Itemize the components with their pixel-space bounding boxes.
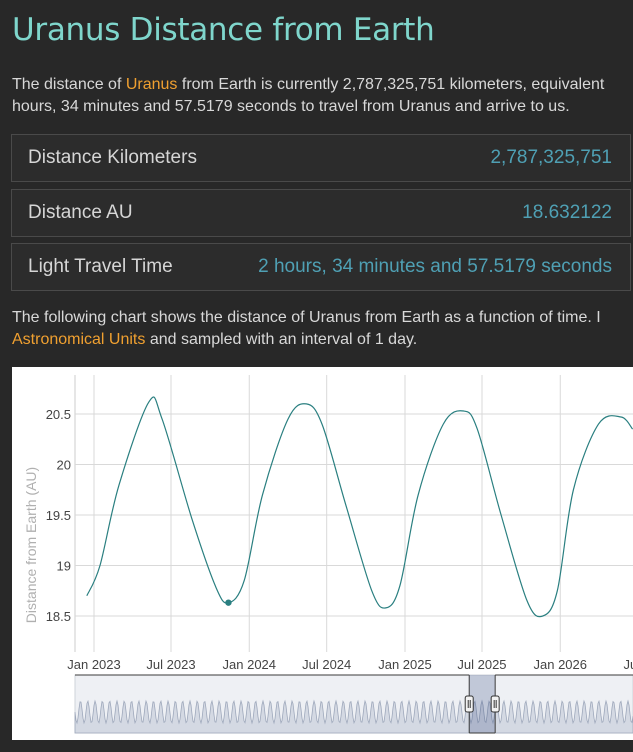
y-tick-label: 20.5 (46, 407, 71, 422)
y-tick-label: 19 (57, 559, 71, 574)
stat-label: Distance Kilometers (28, 147, 197, 168)
chart-intro-suffix: and sampled with an interval of 1 day. (145, 331, 418, 348)
y-tick-label: 18.5 (46, 609, 71, 624)
x-tick-label: Jan 2026 (534, 657, 588, 672)
x-axis-ticks: Jan 2023 Jul 2023 Jan 2024 Jul 2024 Jan 2025… (67, 657, 633, 672)
intro-suffix: from Earth is currently 2,787,325,751 ki… (177, 76, 605, 93)
intro-line-1: The distance of Uranus from Earth is cur… (12, 74, 633, 96)
x-tick-label: Jan 2024 (223, 657, 277, 672)
navigator-handle[interactable] (464, 695, 474, 713)
stat-value: 18.632122 (522, 202, 612, 223)
x-tick-label: Jul 2024 (302, 657, 351, 672)
page-title: Uranus Distance from Earth (12, 12, 435, 48)
stat-value: 2,787,325,751 (490, 147, 612, 168)
x-tick-label: Jul 2 (624, 657, 633, 672)
page: Uranus Distance from Earth The distance … (0, 0, 633, 752)
astronomical-units-link[interactable]: Astronomical Units (12, 331, 145, 348)
intro-paragraph: The distance of Uranus from Earth is cur… (12, 74, 633, 118)
x-tick-label: Jan 2025 (378, 657, 432, 672)
stat-label: Distance AU (28, 202, 133, 223)
navigator-handle[interactable] (490, 695, 500, 713)
intro-line-2: hours, 34 minutes and 57.5179 seconds to… (12, 98, 570, 115)
stat-label: Light Travel Time (28, 256, 173, 277)
chart-intro-line-2: Astronomical Units and sampled with an i… (12, 329, 633, 351)
x-tick-label: Jan 2023 (67, 657, 121, 672)
x-tick-label: Jul 2025 (457, 657, 506, 672)
stat-row-light-travel-time: Light Travel Time 2 hours, 34 minutes an… (11, 243, 631, 291)
chart-svg[interactable]: 20.52019.51918.5 Jan 2023 Jul 2023 Jan 202… (12, 367, 633, 740)
y-axis-ticks: 20.5 20 19.5 19 18.5 (46, 407, 71, 624)
y-tick-label: 19.5 (46, 508, 71, 523)
uranus-link[interactable]: Uranus (126, 76, 178, 93)
x-tick-label: Jul 2023 (146, 657, 195, 672)
stat-value: 2 hours, 34 minutes and 57.5179 seconds (258, 256, 612, 277)
range-navigator[interactable] (74, 674, 633, 734)
intro-prefix: The distance of (12, 76, 126, 93)
current-distance-point (225, 599, 232, 606)
chart-intro-paragraph: The following chart shows the distance o… (12, 307, 633, 351)
stat-row-distance-au: Distance AU 18.632122 (11, 189, 631, 237)
chart-grid (74, 375, 633, 652)
y-axis-label: Distance from Earth (AU) (23, 467, 39, 623)
y-tick-label: 20 (57, 458, 71, 473)
chart-intro-line-1: The following chart shows the distance o… (12, 309, 601, 326)
chart-series (86, 396, 633, 618)
stat-row-distance-km: Distance Kilometers 2,787,325,751 (11, 134, 631, 182)
series-line-distance (86, 396, 633, 618)
distance-chart[interactable]: 20.5 20 19.5 19 18.5 Jan 2023 Jul 2023 Jan 202… (12, 367, 633, 740)
